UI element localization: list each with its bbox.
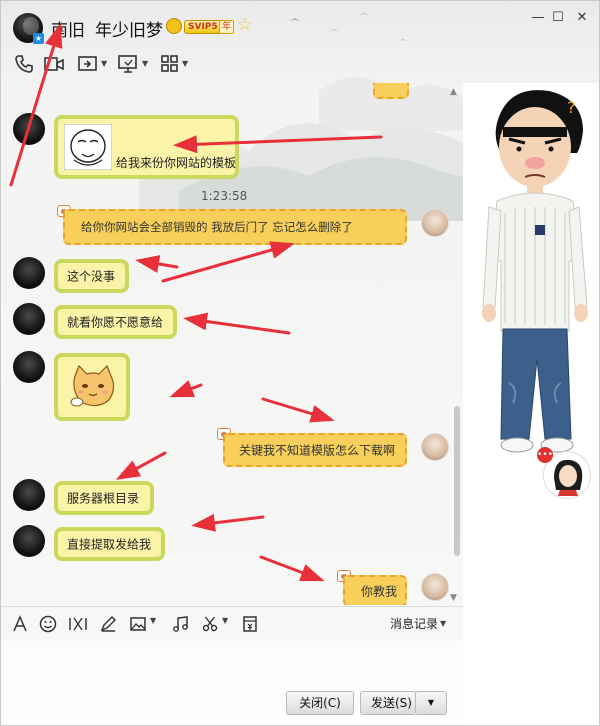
message-bubble[interactable] xyxy=(54,353,130,421)
message-text: 就看你愿不愿意给 xyxy=(67,315,164,330)
peer-avatar[interactable] xyxy=(421,573,449,601)
message-bubble[interactable]: 关键我不知道模版怎么下载啊 xyxy=(223,433,407,467)
message-text: 直接提取发给我 xyxy=(67,537,152,552)
message-timestamp: 1:23:58 xyxy=(201,189,248,203)
star-icon[interactable]: ☆ xyxy=(237,15,252,35)
image-caret-icon[interactable]: ▼ xyxy=(150,616,156,625)
title-bar: ★ 南旧 年少旧梦 SVIP5 年 ☆ — ☐ ✕ xyxy=(1,1,599,53)
message-bubble[interactable]: 直接提取发给我 xyxy=(54,527,165,561)
remote-desktop-caret-icon[interactable]: ▼ xyxy=(142,59,148,68)
annual-badge: 年 xyxy=(219,20,235,34)
emoji-icon[interactable] xyxy=(39,615,57,633)
message-text: 你教我 xyxy=(361,584,398,599)
sender-avatar[interactable] xyxy=(13,113,45,145)
message-bubble[interactable]: 你教我 xyxy=(343,575,407,605)
music-icon[interactable] xyxy=(171,615,189,633)
send-button[interactable]: 发送(S) xyxy=(360,691,416,715)
svip-badge[interactable]: SVIP5 xyxy=(184,20,222,34)
message-bubble[interactable]: 给你你网站会全部销毁的 我放后门了 忘记怎么删除了 xyxy=(63,209,407,245)
message-text: 关键我不知道模版怎么下载啊 xyxy=(239,443,396,458)
message-bubble[interactable]: 给我来份你网站的模板 xyxy=(54,115,239,179)
message-bubble[interactable]: 就看你愿不愿意给 xyxy=(54,305,177,339)
scrollbar-thumb[interactable] xyxy=(454,406,460,556)
message-bubble[interactable]: 服务器根目录 xyxy=(54,481,154,515)
message-bubble[interactable]: 这个没事 xyxy=(54,259,129,293)
message-history-link[interactable]: 消息记录 xyxy=(390,615,438,632)
send-options-button[interactable]: ▼ xyxy=(415,691,447,715)
minimize-button[interactable]: — xyxy=(531,11,545,25)
phone-icon[interactable] xyxy=(13,53,35,75)
scroll-up-icon[interactable]: ▲ xyxy=(450,87,457,97)
remote-desktop-icon[interactable] xyxy=(117,53,139,75)
message-text: 服务器根目录 xyxy=(67,491,140,506)
sender-avatar[interactable] xyxy=(13,303,45,335)
message-list[interactable]: 给我来份你网站的模板 1:23:58 给你你网站会全部销毁的 我放后门了 忘记怎… xyxy=(1,83,463,605)
qq-penguin-icon xyxy=(166,18,182,34)
message-text: 这个没事 xyxy=(67,269,116,284)
peer-avatar[interactable] xyxy=(421,433,449,461)
maximize-button[interactable]: ☐ xyxy=(551,11,565,25)
show-panel: ? ••• xyxy=(463,83,599,725)
sender-avatar[interactable] xyxy=(13,351,45,383)
sender-avatar[interactable] xyxy=(13,257,45,289)
svg-text:?: ? xyxy=(567,98,576,117)
image-icon[interactable] xyxy=(129,615,147,633)
chat-bubble-icon[interactable]: ••• xyxy=(537,447,553,463)
chat-window: ★ 南旧 年少旧梦 SVIP5 年 ☆ — ☐ ✕ ▼ ▼ ▼ 给我来份你网站的… xyxy=(0,0,600,726)
message-bubble-partial xyxy=(373,83,409,99)
message-text: 给你你网站会全部销毁的 我放后门了 忘记怎么删除了 xyxy=(81,220,353,234)
apps-grid-icon[interactable] xyxy=(159,53,181,75)
cat-sticker-image xyxy=(70,364,115,407)
sender-avatar[interactable] xyxy=(13,525,45,557)
apps-caret-icon[interactable]: ▼ xyxy=(182,59,188,68)
red-packet-icon[interactable] xyxy=(241,615,259,633)
video-icon[interactable] xyxy=(43,53,65,75)
font-icon[interactable] xyxy=(11,615,29,633)
online-status-icon: ★ xyxy=(33,33,44,44)
meme-sticker-image xyxy=(64,124,112,170)
contact-signature: 年少旧梦 xyxy=(95,21,163,41)
pen-icon[interactable] xyxy=(99,615,117,633)
screenshot-caret-icon[interactable]: ▼ xyxy=(222,616,228,625)
gif-icon[interactable] xyxy=(67,615,89,633)
screen-share-caret-icon[interactable]: ▼ xyxy=(101,59,107,68)
scroll-down-icon[interactable]: ▼ xyxy=(450,593,457,603)
close-window-button[interactable]: ✕ xyxy=(575,11,589,25)
scissors-icon[interactable] xyxy=(201,615,219,633)
close-button[interactable]: 关闭(C) xyxy=(286,691,354,715)
peer-avatar[interactable] xyxy=(421,209,449,237)
sender-avatar[interactable] xyxy=(13,479,45,511)
screen-share-icon[interactable] xyxy=(77,53,99,75)
divider xyxy=(1,606,463,607)
message-text: 给我来份你网站的模板 xyxy=(116,156,237,170)
history-caret-icon[interactable]: ▼ xyxy=(440,619,446,628)
cartoon-character-image: ? xyxy=(482,90,588,453)
contact-name[interactable]: 南旧 xyxy=(51,16,85,41)
girl-avatar-image xyxy=(554,459,583,496)
